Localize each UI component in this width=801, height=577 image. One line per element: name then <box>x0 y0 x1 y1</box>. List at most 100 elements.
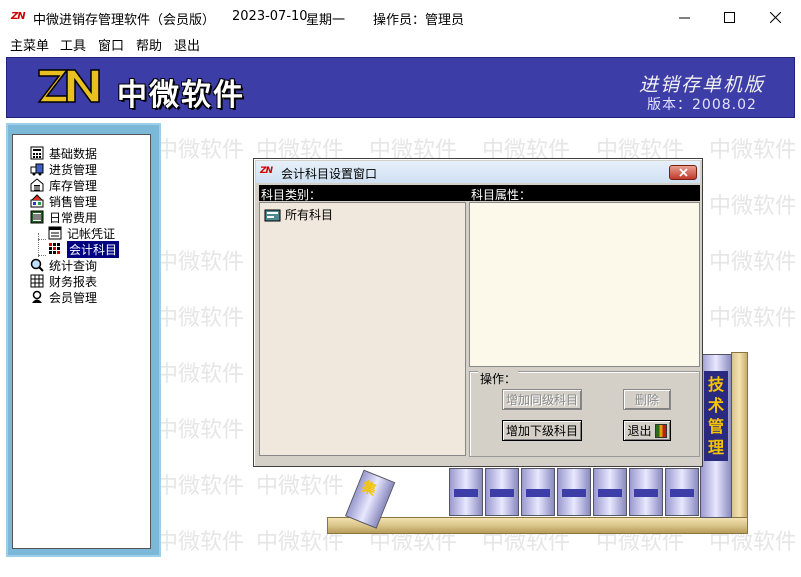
dialog-title-bar[interactable]: ZN 会计科目设置窗口 <box>256 161 700 183</box>
current-date: 2023-07-10 <box>232 9 308 24</box>
delete-button[interactable]: 删除 <box>623 389 671 410</box>
book-decoration <box>485 468 519 516</box>
tree-item-label: 基础数据 <box>49 146 98 161</box>
folder-tree-icon <box>264 209 281 221</box>
current-weekday: 星期一 <box>306 13 346 28</box>
dialog-logo-icon: ZN <box>260 166 273 176</box>
menu-help[interactable]: 帮助 <box>136 35 162 54</box>
watermark-text: 中微软件 <box>156 306 245 331</box>
tree-item-expenses[interactable]: 日常费用 <box>29 209 97 225</box>
watermark-text: 中微软件 <box>709 138 795 163</box>
book-decoration <box>557 468 591 516</box>
book-spine-text: 技术管理 <box>708 375 725 457</box>
minimize-button[interactable] <box>661 0 707 34</box>
sales-icon <box>29 194 45 208</box>
title-bar: ZN 中微进销存管理软件（会员版） 2023-07-10 星期一 操作员：管理员 <box>0 0 801 34</box>
operator-label: 操作员：管理员 <box>373 13 465 28</box>
operations-label: 操作： <box>478 370 519 387</box>
truck-icon <box>29 162 45 176</box>
dialog-close-button[interactable] <box>669 165 697 180</box>
menu-tools[interactable]: 工具 <box>60 35 86 54</box>
tree-item-label: 日常费用 <box>49 210 98 225</box>
watermark-text: 中微软件 <box>709 306 795 331</box>
tree-item-members[interactable]: 会员管理 <box>29 289 97 305</box>
zn-logo-icon <box>37 69 100 103</box>
version-label: 版本：2008.02 <box>647 97 757 113</box>
exit-label: 退出 <box>627 424 652 438</box>
tree-item-label: 统计查询 <box>49 258 98 273</box>
pane-header-bar: 科目类别： 科目属性： <box>259 185 700 202</box>
book-decoration <box>449 468 483 516</box>
book-decoration <box>665 468 699 516</box>
report-icon <box>29 274 45 288</box>
watermark-text: 中微软件 <box>156 138 245 163</box>
book-decoration <box>629 468 663 516</box>
tree-node-all-accounts[interactable]: 所有科目 <box>264 206 333 223</box>
tree-item-label: 财务报表 <box>49 274 98 289</box>
menu-window[interactable]: 窗口 <box>98 35 124 54</box>
tree-item-label: 会员管理 <box>49 290 98 305</box>
watermark-text: 中微软件 <box>156 362 245 387</box>
tree-item-label: 库存管理 <box>49 178 98 193</box>
maximize-icon <box>723 11 735 23</box>
bookshelf-side <box>731 352 748 523</box>
edition-label: 进销存单机版 <box>639 74 766 96</box>
tree-item-accounts[interactable]: 会计科目 <box>47 240 120 258</box>
add-sibling-button[interactable]: 增加同级科目 <box>502 389 582 410</box>
minimize-icon <box>678 17 690 18</box>
category-header: 科目类别： <box>261 188 322 202</box>
book-decoration <box>521 468 555 516</box>
tree-item-purchase[interactable]: 进货管理 <box>29 161 97 177</box>
magnifier-icon <box>29 258 45 272</box>
app-banner: 中微软件 进销存单机版 版本：2008.02 <box>6 57 795 118</box>
book-decoration <box>593 468 627 516</box>
watermark-text: 中微软件 <box>709 194 795 219</box>
tree-item-sales[interactable]: 销售管理 <box>29 193 97 209</box>
close-icon <box>678 168 688 177</box>
operations-group: 操作： 增加同级科目 删除 增加下级科目 退出 <box>469 370 700 457</box>
watermark-text: 中微软件 <box>156 250 245 275</box>
grid-icon <box>47 242 63 256</box>
category-tree[interactable]: 所有科目 <box>259 202 466 456</box>
watermark-text: 中微软件 <box>156 474 245 499</box>
account-settings-dialog: ZN 会计科目设置窗口 科目类别： 科目属性： 所有科目 操作： 增加同级科目 … <box>253 158 703 467</box>
calculator-icon <box>29 146 45 160</box>
nav-tree: 基础数据 进货管理 库存管理 销售管理 日常费用 记帐凭证 会计科目 统计查询 … <box>12 134 151 549</box>
attribute-panel <box>469 202 700 367</box>
warehouse-icon <box>29 178 45 192</box>
tree-item-label: 记帐凭证 <box>67 226 116 241</box>
attribute-header: 科目属性： <box>471 188 532 202</box>
book-tilt-label: 集 <box>359 478 379 500</box>
tree-item-basic-data[interactable]: 基础数据 <box>29 145 97 161</box>
window-title: 中微进销存管理软件（会员版） <box>33 13 216 28</box>
watermark-text: 中微软件 <box>156 530 245 555</box>
watermark-text: 中微软件 <box>256 474 345 499</box>
menu-exit[interactable]: 退出 <box>174 35 200 54</box>
tree-item-vouchers[interactable]: 记帐凭证 <box>47 225 115 241</box>
menu-bar: 主菜单 工具 窗口 帮助 退出 <box>0 34 801 54</box>
maximize-button[interactable] <box>706 0 752 34</box>
close-icon <box>769 11 781 23</box>
close-button[interactable] <box>752 0 798 34</box>
bookshelf-base <box>327 517 748 534</box>
exit-button[interactable]: 退出 <box>623 420 671 441</box>
tree-node-label: 所有科目 <box>285 208 334 222</box>
book-spine-label: 技术管理 <box>704 371 728 461</box>
tree-item-label: 进货管理 <box>49 162 98 177</box>
tree-item-label: 销售管理 <box>49 194 98 209</box>
member-icon <box>29 290 45 304</box>
add-child-button[interactable]: 增加下级科目 <box>502 420 582 441</box>
exit-door-icon <box>654 423 667 438</box>
ledger-icon <box>29 210 45 224</box>
menu-main[interactable]: 主菜单 <box>10 35 49 54</box>
brand-name: 中微软件 <box>117 78 245 113</box>
tree-item-inventory[interactable]: 库存管理 <box>29 177 97 193</box>
app-logo-icon: ZN <box>11 11 26 22</box>
tree-item-reports[interactable]: 财务报表 <box>29 273 97 289</box>
tree-item-statistics[interactable]: 统计查询 <box>29 257 97 273</box>
dialog-title: 会计科目设置窗口 <box>281 167 378 181</box>
watermark-text: 中微软件 <box>156 418 245 443</box>
book-decoration: 技术管理 <box>700 354 732 518</box>
tree-item-label-selected: 会计科目 <box>67 240 120 258</box>
watermark-text: 中微软件 <box>709 250 795 275</box>
